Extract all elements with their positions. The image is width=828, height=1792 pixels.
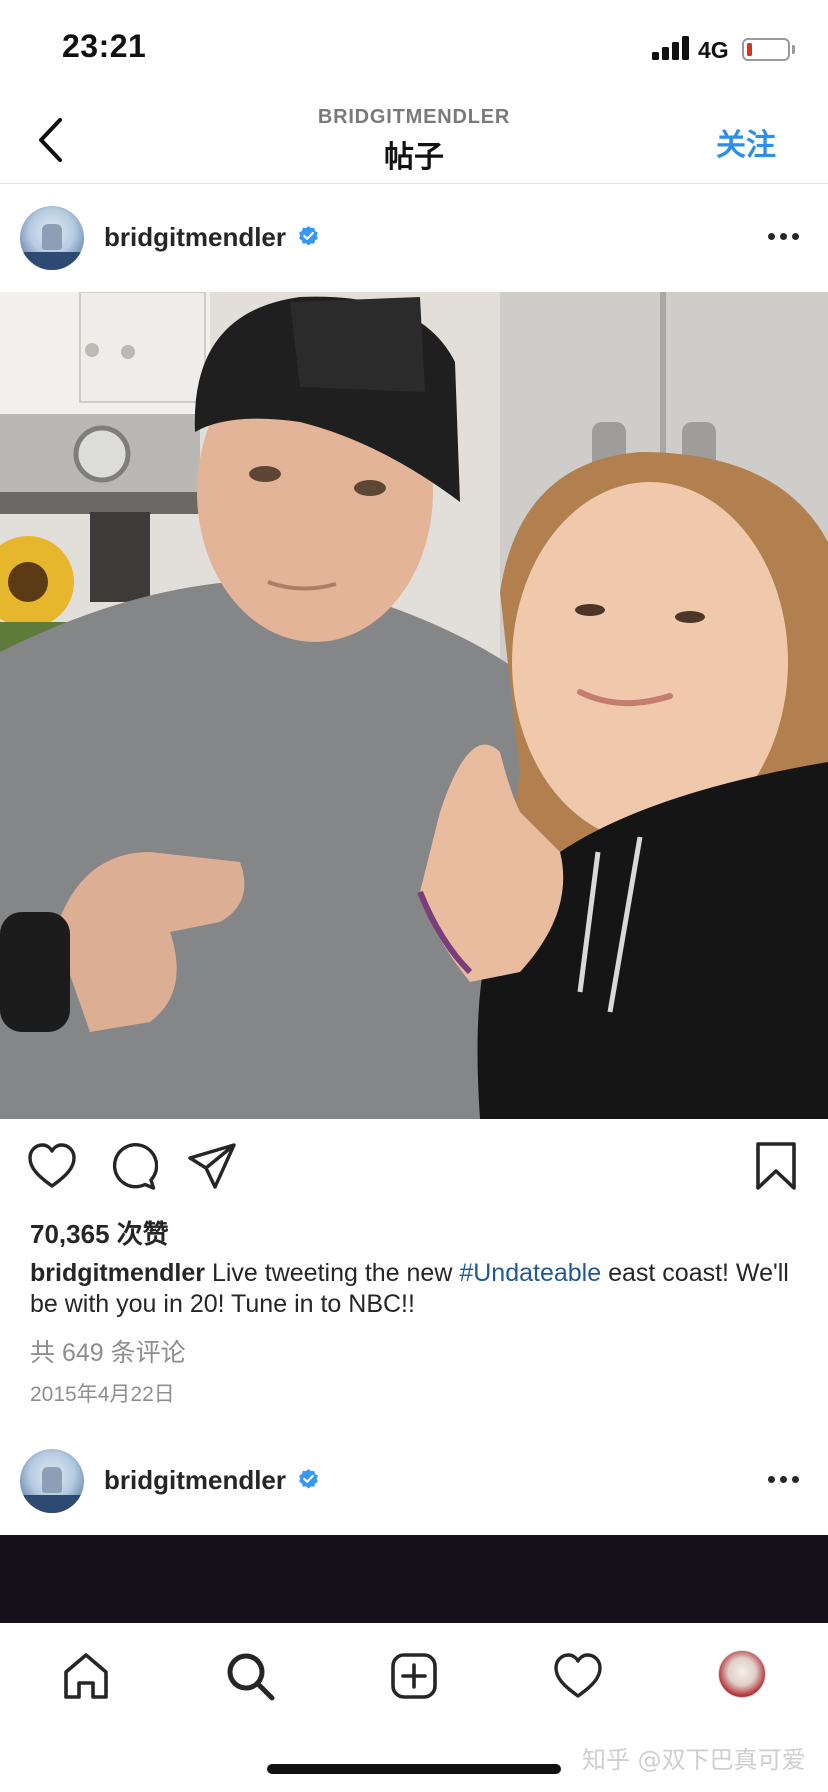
status-time: 23:21 [62, 28, 147, 64]
more-options-icon[interactable] [766, 1476, 802, 1486]
likes-count[interactable]: 70,365 次赞 [30, 1214, 169, 1251]
network-type: 4G [698, 37, 729, 63]
signal-strength-icon [652, 36, 692, 60]
post-photo-image [0, 292, 828, 1119]
avatar-figure [42, 224, 62, 250]
verified-badge-icon [299, 1468, 318, 1489]
battery-icon [742, 38, 790, 61]
new-post-icon[interactable] [388, 1650, 440, 1702]
post-header: bridgitmendler [0, 185, 828, 291]
battery-cap [792, 45, 795, 54]
status-bar: 23:21 4G [0, 0, 828, 96]
post-photo[interactable] [0, 292, 828, 1119]
search-icon[interactable] [224, 1650, 276, 1702]
next-post-header: bridgitmendler [0, 1428, 828, 1534]
view-comments-link[interactable]: 共 649 条评论 [30, 1333, 186, 1369]
avatar-base [20, 1495, 84, 1513]
home-indicator [267, 1764, 561, 1774]
post-date: 2015年4月22日 [30, 1383, 175, 1406]
more-options-icon[interactable] [766, 233, 802, 243]
caption-hashtag[interactable]: #Undateable [459, 1259, 601, 1287]
follow-button[interactable]: 关注 [716, 120, 776, 164]
next-post-username[interactable]: bridgitmendler [104, 1465, 286, 1496]
home-icon[interactable] [60, 1650, 112, 1702]
caption-username[interactable]: bridgitmendler [30, 1259, 205, 1287]
post-username[interactable]: bridgitmendler [104, 222, 286, 253]
verified-badge-icon [299, 225, 318, 246]
account-name: BRIDGITMENDLER [317, 106, 511, 128]
page-title: 帖子 [384, 141, 444, 174]
caption-text: Live tweeting the new [205, 1259, 460, 1287]
battery-level [747, 43, 752, 56]
profile-avatar[interactable] [718, 1650, 766, 1698]
heart-icon[interactable] [26, 1140, 78, 1192]
avatar-base [20, 252, 84, 270]
avatar[interactable] [20, 206, 84, 270]
next-post-media[interactable] [0, 1535, 828, 1623]
comment-icon[interactable] [106, 1140, 158, 1192]
activity-icon[interactable] [552, 1650, 604, 1702]
watermark: 知乎 @双下巴真可爱 [582, 1746, 806, 1774]
nav-header: BRIDGITMENDLER 帖子 关注 [0, 96, 828, 184]
post-caption: bridgitmendler Live tweeting the new #Un… [30, 1258, 810, 1320]
avatar-figure [42, 1467, 62, 1493]
next-post-avatar[interactable] [20, 1449, 84, 1513]
share-icon[interactable] [186, 1140, 238, 1192]
bookmark-icon[interactable] [750, 1140, 802, 1192]
